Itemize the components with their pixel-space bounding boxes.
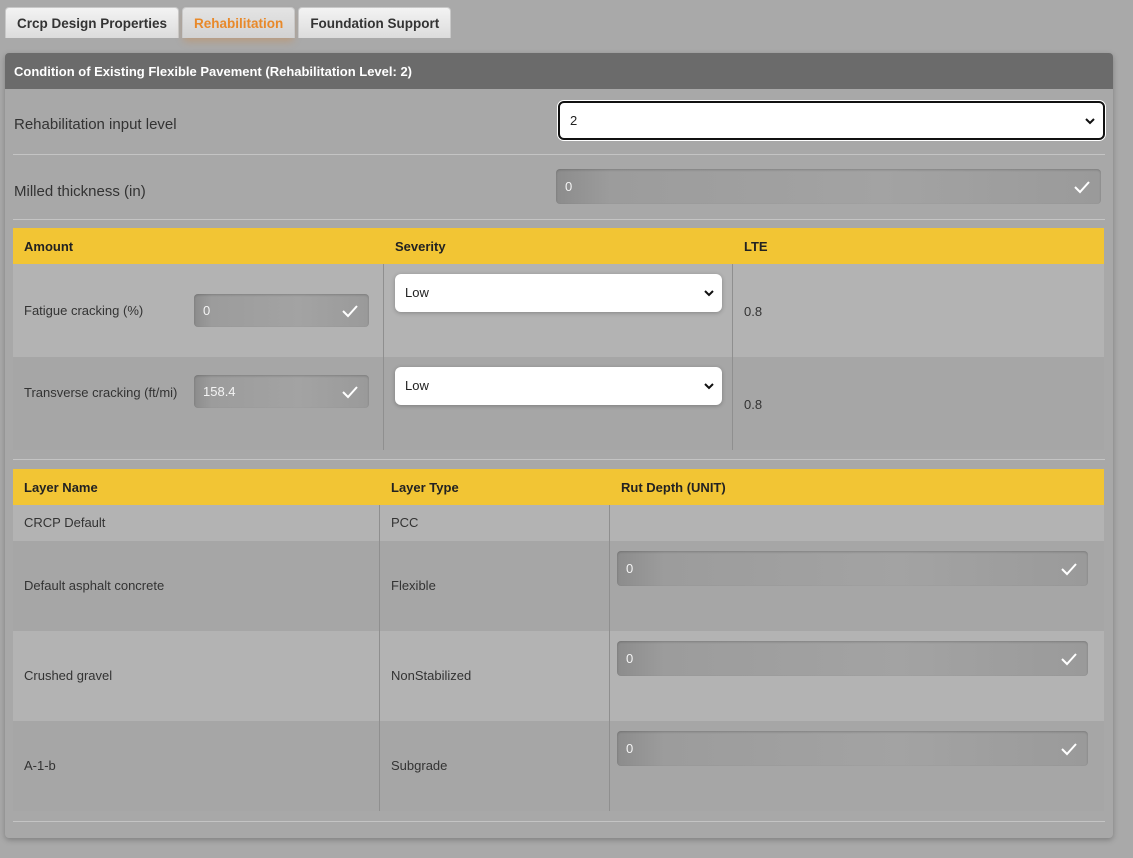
chevron-down-icon — [1085, 117, 1095, 124]
tab-crcp-design-properties[interactable]: Crcp Design Properties — [5, 7, 180, 38]
transverse-lte-value: 0.8 — [744, 397, 763, 412]
rut-depth-value: 0 — [626, 741, 634, 756]
fatigue-severity-value: Low — [405, 284, 429, 300]
transverse-severity-value: Low — [405, 377, 429, 393]
column-header-lte: LTE — [744, 239, 768, 254]
tab-foundation-support[interactable]: Foundation Support — [298, 7, 452, 38]
rehabilitation-panel: Condition of Existing Flexible Pavement … — [5, 53, 1113, 838]
column-divider — [383, 264, 384, 450]
panel-title: Condition of Existing Flexible Pavement … — [5, 53, 1113, 89]
divider — [13, 459, 1105, 460]
check-icon — [1061, 652, 1077, 665]
rut-depth-input[interactable]: 0 — [617, 731, 1088, 766]
divider — [13, 219, 1105, 220]
layer-name: Crushed gravel — [24, 668, 113, 683]
check-icon — [342, 385, 358, 398]
layer-name: Default asphalt concrete — [24, 578, 165, 593]
column-divider — [379, 505, 380, 811]
layer-table-header: Layer Name Layer Type Rut Depth (UNIT) — [13, 469, 1104, 505]
column-header-severity: Severity — [395, 239, 446, 254]
rut-depth-value: 0 — [626, 561, 634, 576]
layer-type: Subgrade — [391, 758, 448, 773]
table-row: Crushed gravel NonStabilized 0 — [13, 631, 1104, 721]
transverse-cracking-value: 158.4 — [203, 384, 236, 399]
layer-type: NonStabilized — [391, 668, 472, 683]
rehab-level-select[interactable]: 2 — [558, 101, 1105, 140]
check-icon — [1061, 742, 1077, 755]
fatigue-cracking-label: Fatigue cracking (%) — [24, 303, 144, 318]
table-row: A-1-b Subgrade 0 — [13, 721, 1104, 811]
layer-type: Flexible — [391, 578, 436, 593]
rehab-level-label: Rehabilitation input level — [14, 116, 177, 133]
tab-rehabilitation[interactable]: Rehabilitation — [182, 7, 296, 38]
divider — [13, 821, 1105, 822]
fatigue-cracking-value: 0 — [203, 303, 211, 318]
rehab-level-value: 2 — [570, 113, 578, 128]
layer-name: CRCP Default — [24, 515, 106, 530]
chevron-down-icon — [704, 290, 714, 297]
column-header-layer-type: Layer Type — [391, 480, 459, 495]
layer-type: PCC — [391, 515, 419, 530]
transverse-cracking-input[interactable]: 158.4 — [194, 375, 369, 408]
table-row: CRCP Default PCC — [13, 505, 1104, 541]
transverse-cracking-label: Transverse cracking (ft/mi) — [24, 385, 178, 400]
table-row: Fatigue cracking (%) 0 Low 0.8 — [13, 264, 1104, 357]
layer-table: Layer Name Layer Type Rut Depth (UNIT) C… — [13, 469, 1104, 811]
milled-thickness-value: 0 — [565, 179, 573, 194]
fatigue-lte-value: 0.8 — [744, 304, 763, 319]
column-header-layer-name: Layer Name — [24, 480, 98, 495]
check-icon — [1061, 562, 1077, 575]
check-icon — [1074, 180, 1090, 193]
chevron-down-icon — [704, 383, 714, 390]
table-row: Transverse cracking (ft/mi) 158.4 Low 0.… — [13, 357, 1104, 450]
rut-depth-value: 0 — [626, 651, 634, 666]
column-header-rut-depth: Rut Depth (UNIT) — [621, 480, 726, 495]
fatigue-severity-select[interactable]: Low — [395, 274, 722, 312]
divider — [13, 154, 1105, 155]
transverse-severity-select[interactable]: Low — [395, 367, 722, 405]
tab-bar: Crcp Design Properties Rehabilitation Fo… — [5, 7, 452, 39]
rut-depth-input[interactable]: 0 — [617, 551, 1088, 586]
rut-depth-input[interactable]: 0 — [617, 641, 1088, 676]
distress-table: Amount Severity LTE Fatigue cracking (%)… — [13, 228, 1104, 450]
distress-table-header: Amount Severity LTE — [13, 228, 1104, 264]
column-divider — [609, 505, 610, 811]
column-header-amount: Amount — [24, 239, 74, 254]
column-divider — [732, 264, 733, 450]
fatigue-cracking-input[interactable]: 0 — [194, 294, 369, 327]
milled-thickness-label: Milled thickness (in) — [14, 183, 146, 200]
check-icon — [342, 304, 358, 317]
milled-thickness-input[interactable]: 0 — [556, 169, 1101, 204]
layer-name: A-1-b — [24, 758, 56, 773]
table-row: Default asphalt concrete Flexible 0 — [13, 541, 1104, 631]
